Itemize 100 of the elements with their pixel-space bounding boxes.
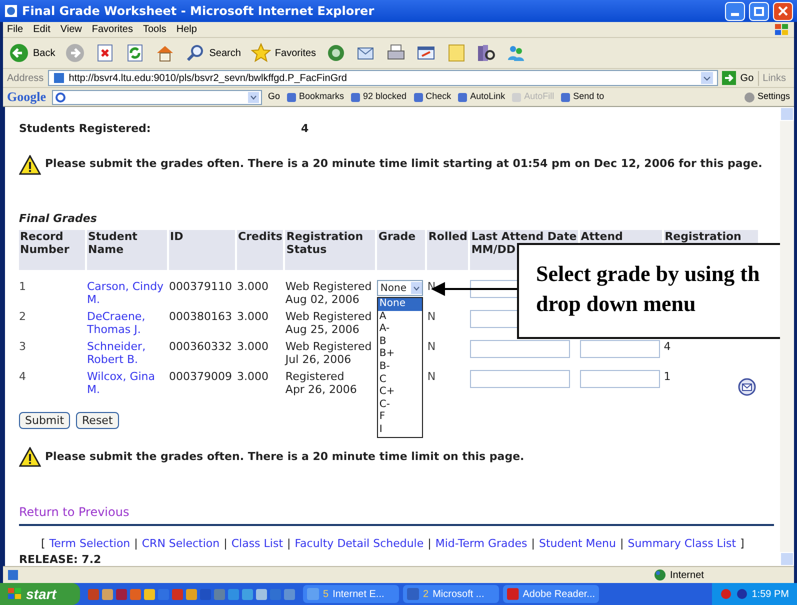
separator: | [620,536,624,552]
nav-link[interactable]: Summary Class List [628,536,736,552]
student-id: 000379009 [169,370,233,385]
quick-launch-icon[interactable] [214,588,225,600]
grade-option[interactable]: C+ [378,386,422,399]
toolbar-icon [457,92,468,102]
google-toolbar-button[interactable]: Check [412,90,452,104]
separator: | [134,536,138,552]
student-name-link[interactable]: Wilcox, Gina M. [87,370,167,396]
envelope-icon[interactable] [738,378,756,396]
toolbar-icon [560,92,572,102]
back-button[interactable]: Back [7,43,58,63]
quick-launch-icon[interactable] [256,588,267,600]
grade-option[interactable]: C- [378,398,422,412]
credits: 3.000 [237,340,270,355]
registration-status: Web Registered Jul 26, 2006 [285,340,373,368]
menu-item[interactable]: File [7,22,24,37]
registration-hours: 1 [664,370,671,383]
last-attend-date-field[interactable] [470,370,570,388]
clock: 1:59 PM [752,588,789,602]
quick-launch-icon[interactable] [186,588,197,600]
nav-link[interactable]: CRN Selection [142,536,220,552]
favorites-button[interactable]: Favorites [248,43,318,63]
close-button[interactable] [773,2,793,20]
tray-icon [736,588,748,600]
people-icon [506,43,526,63]
record-number: 2 [19,310,27,325]
minimize-button[interactable] [725,2,745,20]
grade-option[interactable]: A [378,310,422,324]
column-header: ID [169,230,235,270]
google-toolbar-button[interactable]: Bookmarks [286,90,344,104]
student-name-link[interactable]: DeCraene, Thomas J. [87,310,167,336]
app-icon [407,588,419,600]
google-g-icon [55,92,66,102]
quick-launch-icon[interactable] [284,588,295,600]
nav-link[interactable]: Student Menu [539,536,616,552]
settings-button[interactable]: Settings [744,90,790,104]
students-registered-label: Students Registered: [19,121,152,137]
column-header: Registration Status [285,230,376,270]
grade-select[interactable]: None [377,280,424,296]
student-name-link[interactable]: Schneider, Robert B. [87,340,167,366]
grade-option[interactable]: B [378,336,422,348]
taskbar-button[interactable]: Adobe Reader... [503,585,599,603]
student-id: 000380163 [169,310,233,325]
quick-launch-icon[interactable] [228,588,239,600]
menu-item[interactable]: Edit [33,22,50,37]
menu-item[interactable]: Tools [142,22,166,37]
stop-icon [95,43,116,63]
grade-option[interactable]: F [378,411,422,424]
grade-option[interactable]: B- [378,360,422,374]
nav-link[interactable]: Mid-Term Grades [435,536,528,552]
return-to-previous-link[interactable]: Return to Previous [19,505,130,519]
record-number: 1 [19,280,27,295]
nav-link[interactable]: Faculty Detail Schedule [294,536,424,552]
grade-option[interactable]: I [378,424,422,437]
search-button[interactable]: Search [183,43,243,63]
attend-hours-field[interactable] [580,370,660,388]
google-toolbar-button[interactable]: 92 blocked [350,90,407,104]
quick-launch-icon[interactable] [242,588,253,600]
zone-label: Internet [670,568,705,582]
maximize-button[interactable] [749,2,769,20]
column-header: Credits [237,230,284,270]
separator: | [531,536,535,552]
address-field[interactable]: http://bsvr4.ltu.edu:9010/pls/bsvr2_sevn/bwlkffgd.P_FacFinGrd [48,70,718,86]
separator: | [428,536,432,552]
credits: 3.000 [237,280,270,295]
quick-launch-icon[interactable] [102,588,113,600]
student-id: 000360332 [169,340,233,355]
go-button[interactable]: Go [722,70,754,86]
submit-button[interactable]: Submit [19,412,70,429]
home-icon [155,43,176,63]
grade-option[interactable]: A- [378,323,422,336]
start-button[interactable]: start [0,583,80,605]
scrollbar[interactable] [780,107,794,566]
student-name-link[interactable]: Carson, Cindy M. [87,280,167,306]
windows-logo-icon [8,588,22,600]
grade-option[interactable]: B+ [378,348,422,361]
app-icon [507,588,519,600]
nav-link[interactable]: Class List [231,536,284,552]
taskbar-button[interactable]: 5 Internet E... [303,585,399,603]
google-search-field[interactable] [52,90,262,104]
quick-launch-icon[interactable] [130,588,141,600]
reset-button[interactable]: Reset [76,412,119,429]
google-toolbar-button[interactable]: Send to [560,90,604,104]
attend-hours-field[interactable] [580,340,660,358]
taskbar-button[interactable]: 2 Microsoft ... [403,585,499,603]
google-go-button[interactable]: Go [268,90,280,104]
menu-item[interactable]: Favorites [92,22,133,37]
quick-launch-icon[interactable] [116,588,127,600]
quick-launch-icon[interactable] [144,588,155,600]
grade-option[interactable]: None [378,298,422,311]
last-attend-date-field[interactable] [470,340,570,358]
menu-item[interactable]: Help [176,22,197,37]
nav-link[interactable]: Term Selection [49,536,130,552]
column-header: Student Name [87,230,167,270]
google-toolbar-button[interactable]: AutoLink [457,90,506,104]
credits: 3.000 [237,310,270,325]
go-arrow-icon [722,71,736,85]
grade-option[interactable]: C [378,374,422,386]
menu-item[interactable]: View [60,22,82,37]
